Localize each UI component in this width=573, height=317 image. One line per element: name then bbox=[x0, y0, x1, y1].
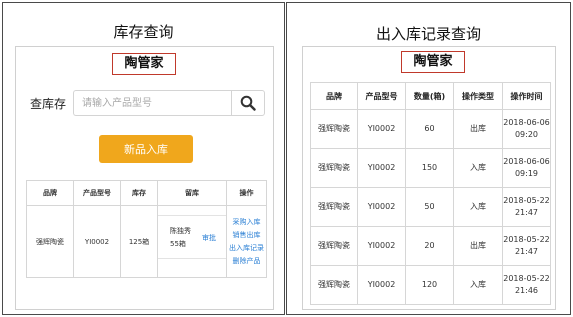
type-cell: 入库 bbox=[453, 187, 503, 227]
table-row: 强辉陶瓷 YI0002 60 出库 2018-06-06 09:20 bbox=[310, 109, 551, 149]
type-cell: 入库 bbox=[453, 265, 503, 305]
table-header-row: 品牌 产品型号 数量(箱) 操作类型 操作时间 bbox=[310, 82, 551, 110]
inout-records-link[interactable]: 出入库记录 bbox=[229, 243, 264, 253]
model-cell: YI0002 bbox=[357, 187, 406, 227]
app-name: 陶管家 bbox=[112, 53, 176, 75]
column-header: 操作时间 bbox=[502, 82, 551, 110]
table-row: 强辉陶瓷 YI0002 125箱 陈独秀 55箱 审批 采购入库 销售出库 出入… bbox=[26, 205, 267, 278]
reserve-quantity: 55箱 bbox=[170, 240, 186, 248]
purchase-inbound-link[interactable]: 采购入库 bbox=[233, 217, 261, 227]
approve-link[interactable]: 审批 bbox=[202, 233, 216, 243]
inventory-query-panel: 库存查询 陶管家 查库存 新品入库 品牌 产品型号 库存 留库 操作 强辉陶瓷 bbox=[2, 2, 285, 315]
table-row: 强辉陶瓷 YI0002 120 入库 2018-05-22 21:46 bbox=[310, 265, 551, 305]
inventory-table: 品牌 产品型号 库存 留库 操作 强辉陶瓷 YI0002 125箱 陈独秀 55… bbox=[26, 180, 267, 278]
sales-outbound-link[interactable]: 销售出库 bbox=[233, 230, 261, 240]
search-input[interactable] bbox=[73, 90, 231, 116]
time-cell: 2018-06-06 09:20 bbox=[502, 109, 551, 149]
quantity-cell: 20 bbox=[405, 226, 454, 266]
column-header: 品牌 bbox=[26, 180, 74, 206]
quantity-cell: 150 bbox=[405, 148, 454, 188]
column-header: 产品型号 bbox=[73, 180, 121, 206]
time-cell: 2018-05-22 21:46 bbox=[502, 265, 551, 305]
column-header: 产品型号 bbox=[357, 82, 406, 110]
brand-cell: 强辉陶瓷 bbox=[26, 205, 74, 278]
brand-cell: 强辉陶瓷 bbox=[310, 226, 358, 266]
app-name: 陶管家 bbox=[401, 51, 465, 73]
quantity-cell: 50 bbox=[405, 187, 454, 227]
model-cell: YI0002 bbox=[357, 109, 406, 149]
app-screen: 陶管家 品牌 产品型号 数量(箱) 操作类型 操作时间 强辉陶瓷 YI0002 … bbox=[302, 46, 556, 310]
model-cell: YI0002 bbox=[357, 265, 406, 305]
type-cell: 出库 bbox=[453, 226, 503, 266]
delete-product-link[interactable]: 删除产品 bbox=[233, 256, 261, 266]
table-row: 强辉陶瓷 YI0002 50 入库 2018-05-22 21:47 bbox=[310, 187, 551, 227]
inout-records-panel: 出入库记录查询 陶管家 品牌 产品型号 数量(箱) 操作类型 操作时间 强辉陶瓷… bbox=[286, 2, 571, 315]
model-cell: YI0002 bbox=[357, 226, 406, 266]
time-cell: 2018-05-22 21:47 bbox=[502, 187, 551, 227]
add-product-button[interactable]: 新品入库 bbox=[99, 135, 193, 163]
quantity-cell: 60 bbox=[405, 109, 454, 149]
panel-title: 出入库记录查询 bbox=[375, 25, 481, 43]
reserve-person: 陈独秀 bbox=[170, 227, 191, 235]
table-header-row: 品牌 产品型号 库存 留库 操作 bbox=[26, 180, 267, 206]
column-header: 品牌 bbox=[310, 82, 358, 110]
app-screen: 陶管家 查库存 新品入库 品牌 产品型号 库存 留库 操作 强辉陶瓷 YI00 bbox=[15, 46, 274, 310]
model-cell: YI0002 bbox=[73, 205, 121, 278]
time-cell: 2018-05-22 21:47 bbox=[502, 226, 551, 266]
brand-cell: 强辉陶瓷 bbox=[310, 187, 358, 227]
column-header: 留库 bbox=[157, 180, 227, 206]
brand-cell: 强辉陶瓷 bbox=[310, 265, 358, 305]
table-row: 强辉陶瓷 YI0002 150 入库 2018-06-06 09:19 bbox=[310, 148, 551, 188]
reserve-cell: 陈独秀 55箱 审批 bbox=[157, 205, 227, 278]
operations-cell: 采购入库 销售出库 出入库记录 删除产品 bbox=[226, 205, 267, 278]
records-table: 品牌 产品型号 数量(箱) 操作类型 操作时间 强辉陶瓷 YI0002 60 出… bbox=[310, 82, 551, 305]
brand-cell: 强辉陶瓷 bbox=[310, 109, 358, 149]
column-header: 操作 bbox=[226, 180, 267, 206]
type-cell: 入库 bbox=[453, 148, 503, 188]
table-row: 强辉陶瓷 YI0002 20 出库 2018-05-22 21:47 bbox=[310, 226, 551, 266]
column-header: 库存 bbox=[120, 180, 158, 206]
search-button[interactable] bbox=[231, 90, 265, 116]
quantity-cell: 120 bbox=[405, 265, 454, 305]
search-label: 查库存 bbox=[30, 97, 67, 111]
type-cell: 出库 bbox=[453, 109, 503, 149]
magnifier-icon bbox=[240, 95, 256, 111]
column-header: 操作类型 bbox=[453, 82, 503, 110]
brand-cell: 强辉陶瓷 bbox=[310, 148, 358, 188]
panel-title: 库存查询 bbox=[113, 23, 174, 41]
model-cell: YI0002 bbox=[357, 148, 406, 188]
stock-cell: 125箱 bbox=[120, 205, 158, 278]
time-cell: 2018-06-06 09:19 bbox=[502, 148, 551, 188]
column-header: 数量(箱) bbox=[405, 82, 454, 110]
